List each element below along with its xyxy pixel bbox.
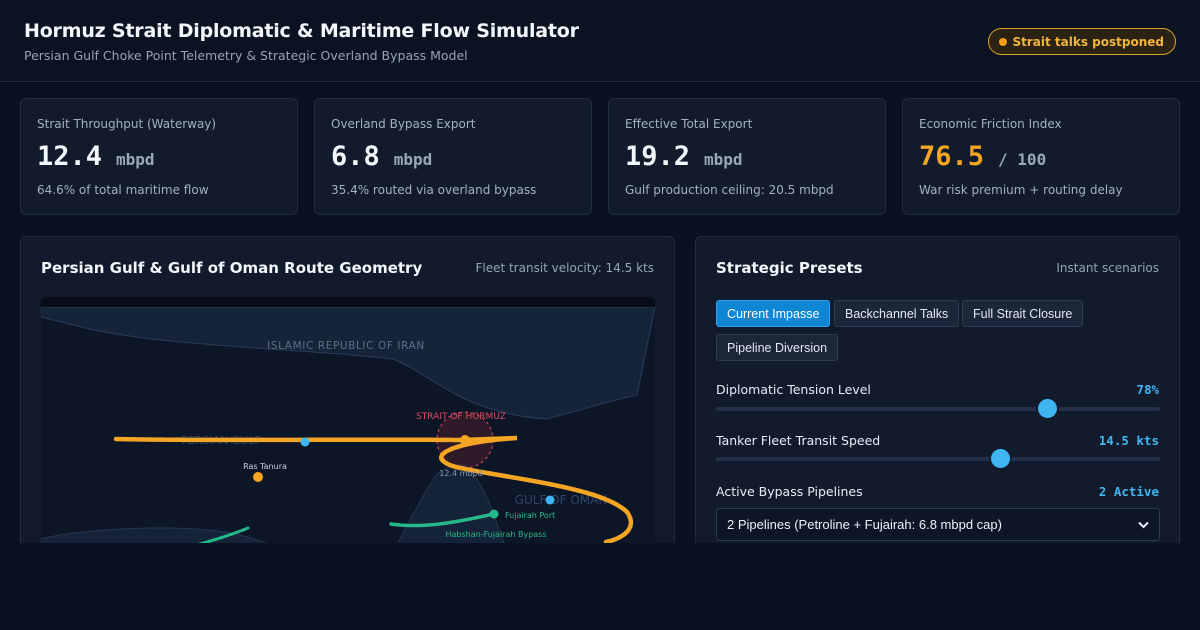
kpi-label: Economic Friction Index (919, 117, 1062, 131)
fujairah-port-icon (489, 509, 499, 519)
tanker-route (113, 435, 634, 545)
map-label-fujairah: Fujairah Port (505, 511, 555, 520)
preset-current-impasse-button[interactable]: Current Impasse (716, 300, 831, 327)
kpi-overland-bypass: Overland Bypass Export 6.8 mbpd 35.4% ro… (314, 98, 592, 215)
route-map[interactable]: ISLAMIC REPUBLIC OF IRAN PERSIAN GULF GU… (41, 297, 655, 557)
preset-backchannel-talks-button[interactable]: Backchannel Talks (834, 300, 960, 327)
pipelines-label: Active Bypass Pipelines (716, 484, 863, 499)
pipelines-value: 2 Active (1098, 484, 1159, 499)
kpi-friction-index: Economic Friction Index 76.5 / 100 War r… (902, 98, 1180, 215)
kpi-note: 64.6% of total maritime flow (37, 183, 209, 197)
map-label-strait: STRAIT OF HORMUZ (416, 412, 506, 422)
status-badge: Strait talks postponed (987, 28, 1176, 55)
pipelines-select[interactable]: 2 Pipelines (Petroline + Fujairah: 6.8 m… (716, 508, 1160, 541)
map-label-iran: ISLAMIC REPUBLIC OF IRAN (267, 340, 425, 352)
kpi-value: 76.5 (919, 141, 985, 172)
ras-tanura-port-icon (253, 472, 263, 482)
map-label-ras-tanura: Ras Tanura (243, 462, 287, 471)
kpi-effective-total: Effective Total Export 19.2 mbpd Gulf pr… (608, 98, 886, 215)
kpi-value: 19.2 (625, 141, 691, 172)
kpi-unit: mbpd (393, 150, 433, 169)
page-title: Hormuz Strait Diplomatic & Maritime Flow… (24, 20, 579, 42)
speed-label: Tanker Fleet Transit Speed (716, 433, 881, 448)
vessel-marker-icon (300, 437, 310, 447)
kpi-note: 35.4% routed via overland bypass (331, 183, 537, 197)
speed-slider[interactable] (716, 449, 1160, 468)
speed-value: 14.5 kts (1098, 433, 1159, 448)
preset-full-strait-closure-button[interactable]: Full Strait Closure (962, 300, 1084, 327)
kpi-value: 12.4 (37, 141, 103, 172)
kpi-strait-throughput: Strait Throughput (Waterway) 12.4 mbpd 6… (20, 98, 298, 215)
tension-label: Diplomatic Tension Level (716, 382, 871, 397)
kpi-label: Effective Total Export (625, 117, 753, 131)
kpi-value: 6.8 (331, 141, 380, 172)
kpi-unit: mbpd (116, 150, 155, 169)
fleet-velocity-readout: Fleet transit velocity: 14.5 kts (475, 261, 654, 275)
preset-pipeline-diversion-button[interactable]: Pipeline Diversion (716, 334, 839, 361)
presets-panel-meta: Instant scenarios (1056, 261, 1159, 275)
speed-slider-handle[interactable] (991, 449, 1011, 468)
route-map-svg: ISLAMIC REPUBLIC OF IRAN PERSIAN GULF GU… (41, 307, 655, 557)
page-subtitle: Persian Gulf Choke Point Telemetry & Str… (24, 48, 468, 63)
status-badge-label: Strait talks postponed (1012, 34, 1165, 49)
status-dot-icon (998, 37, 1007, 46)
tension-value: 78% (1136, 382, 1159, 397)
pipelines-select-value: 2 Pipelines (Petroline + Fujairah: 6.8 m… (727, 517, 1002, 532)
tension-slider-handle[interactable] (1037, 399, 1057, 418)
map-panel-title: Persian Gulf & Gulf of Oman Route Geomet… (41, 259, 423, 277)
viewport-bottom-area (0, 543, 1200, 630)
strategic-presets-panel: Strategic Presets Instant scenarios Curr… (695, 236, 1180, 566)
iran-landmass (41, 307, 655, 420)
presets-panel-title: Strategic Presets (716, 259, 863, 277)
tension-slider[interactable] (716, 399, 1160, 418)
route-map-panel: Persian Gulf & Gulf of Oman Route Geomet… (20, 236, 675, 566)
vessel-marker-icon (545, 495, 555, 505)
kpi-label: Strait Throughput (Waterway) (37, 117, 217, 131)
chevron-down-icon (1138, 521, 1149, 528)
kpi-label: Overland Bypass Export (331, 117, 476, 131)
strait-node-icon (460, 435, 470, 445)
map-label-strait-flow: 12.4 mbpd (439, 469, 482, 478)
kpi-unit: mbpd (704, 150, 743, 169)
app-header: Hormuz Strait Diplomatic & Maritime Flow… (0, 0, 1200, 82)
map-label-bypass: Habshan-Fujairah Bypass (445, 530, 546, 539)
kpi-unit: / 100 (998, 150, 1047, 169)
kpi-note: War risk premium + routing delay (919, 183, 1123, 197)
kpi-note: Gulf production ceiling: 20.5 mbpd (625, 183, 834, 197)
